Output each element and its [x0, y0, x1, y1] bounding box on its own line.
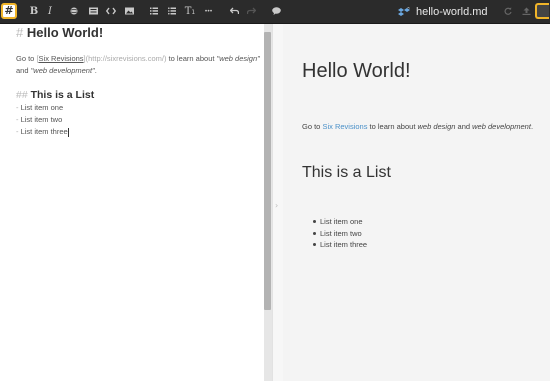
para-text: to learn about: [166, 54, 217, 63]
link-text: Six Revisions: [38, 54, 84, 63]
sync-button[interactable]: [502, 0, 514, 24]
para-text: and: [455, 122, 473, 131]
ordered-list-icon: [150, 7, 158, 15]
panel-toggle-button[interactable]: [535, 3, 549, 19]
editor-paragraph: Go to [Six Revisions](http://sixrevision…: [16, 53, 260, 77]
list-item-text: List item three: [320, 240, 368, 249]
ordered-list-button[interactable]: [148, 0, 160, 24]
list-item: List item three: [313, 239, 368, 251]
editor-list-item: - List item one: [16, 102, 260, 114]
list-item: List item one: [313, 216, 367, 228]
six-revisions-link[interactable]: Six Revisions: [322, 122, 367, 131]
para-text: Go to: [16, 54, 37, 63]
bold-button[interactable]: B: [28, 0, 40, 24]
italic-button[interactable]: I: [45, 0, 55, 24]
list-item-text: List item two: [320, 228, 362, 238]
heading-2-text: This is a List: [30, 89, 95, 101]
list-dash: -: [16, 103, 19, 112]
para-text: .: [94, 66, 97, 75]
preview-heading-1: Hello World!: [302, 60, 411, 82]
heading-hash: #: [16, 25, 24, 40]
para-text: and: [16, 66, 31, 75]
blockquote-icon: [88, 7, 98, 15]
sync-icon: [504, 7, 512, 15]
bullet-icon: [313, 231, 316, 235]
unordered-list-icon: [168, 7, 176, 15]
redo-button[interactable]: [245, 0, 257, 24]
preview-paragraph: Go to Six Revisions to learn about web d…: [302, 122, 550, 131]
undo-button[interactable]: [228, 0, 240, 24]
list-dash: -: [16, 127, 19, 136]
heading-1-text: Hello World!: [26, 25, 104, 40]
list-dash: -: [16, 115, 19, 124]
emphasis-text: web design: [417, 122, 456, 131]
dropbox-icon: [398, 7, 410, 16]
para-text: to learn about: [367, 122, 418, 131]
globe-icon: [70, 7, 78, 15]
list-item: List item two: [313, 228, 367, 240]
bullet-icon: [313, 220, 316, 223]
preview-heading-2: This is a List: [302, 164, 391, 181]
comment-button[interactable]: [270, 0, 282, 24]
more-button[interactable]: •••: [202, 0, 214, 24]
image-icon: [124, 7, 134, 15]
document-title[interactable]: hello-world.md: [416, 0, 488, 24]
code-icon: [105, 7, 117, 15]
heading-hash: ##: [16, 89, 28, 101]
menu-logo-button[interactable]: #: [1, 3, 17, 19]
list-item-text: List item one: [320, 217, 363, 226]
unordered-list-button[interactable]: [166, 0, 178, 24]
list-item-text: List item two: [20, 115, 63, 124]
list-item-text: List item three: [20, 127, 68, 136]
bullet-icon: [313, 243, 316, 246]
link-button[interactable]: [68, 0, 80, 24]
toolbar: # B I T1 ••• hello-world.md: [0, 0, 550, 24]
preview-list: List item one List item two List item th…: [313, 216, 368, 251]
emphasis-text: "web design": [216, 54, 260, 63]
redo-icon: [246, 7, 256, 14]
undo-icon: [229, 7, 239, 14]
list-item-text: List item one: [20, 103, 64, 112]
emphasis-text: "web development": [30, 66, 95, 75]
editor-heading-2: ## This is a List: [16, 88, 260, 102]
link-url: (http://sixrevisions.com/): [85, 54, 167, 63]
para-text: Go to: [302, 122, 323, 131]
markdown-editor[interactable]: # Hello World! Go to [Six Revisions](htt…: [0, 24, 264, 381]
comment-icon: [271, 7, 281, 15]
markdown-preview: Hello World! Go to Six Revisions to lear…: [283, 24, 550, 381]
editor-heading-1: # Hello World!: [16, 25, 260, 43]
code-button[interactable]: [104, 0, 118, 24]
blockquote-button[interactable]: [86, 0, 100, 24]
text-cursor: [67, 127, 69, 137]
publish-icon: [522, 7, 530, 15]
editor-scrollbar-thumb[interactable]: [264, 32, 271, 310]
editor-list-item: - List item three: [16, 126, 260, 138]
heading-button[interactable]: T1: [184, 0, 196, 24]
publish-button[interactable]: [520, 0, 532, 24]
editor-content[interactable]: # Hello World! Go to [Six Revisions](htt…: [16, 24, 260, 138]
chevron-right-icon[interactable]: ›: [275, 201, 278, 210]
editor-list-item: - List item two: [16, 114, 260, 126]
para-text: .: [530, 122, 534, 131]
image-button[interactable]: [122, 0, 136, 24]
emphasis-text: web development: [472, 122, 531, 131]
heading-icon-sub: 1: [191, 9, 196, 16]
